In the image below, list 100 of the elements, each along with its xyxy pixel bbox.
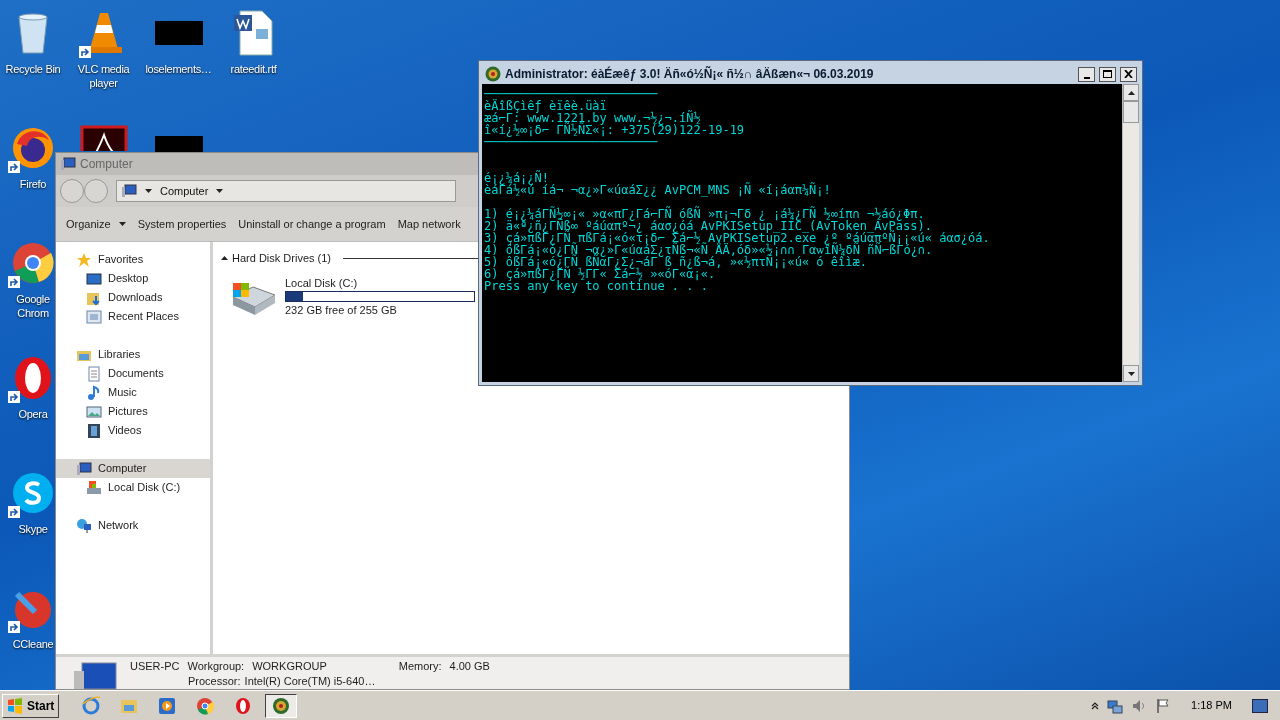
clock[interactable]: 1:18 PM <box>1191 697 1232 714</box>
film-icon <box>86 422 102 439</box>
nav-item[interactable]: Downloads <box>56 288 210 307</box>
recent-places-icon <box>86 308 102 325</box>
scroll-down-button[interactable] <box>1123 365 1139 382</box>
processor-value: Intel(R) Core(TM) i5-640… <box>244 674 376 688</box>
caret-icon <box>118 222 126 226</box>
shortcut-arrow-icon <box>8 276 20 288</box>
vertical-scrollbar[interactable] <box>1122 84 1139 382</box>
toolbar-button[interactable]: Uninstall or change a program <box>232 211 392 237</box>
nav-item[interactable]: Pictures <box>56 402 210 421</box>
computer-name: USER-PC <box>130 659 180 673</box>
taskbar-button[interactable] <box>265 693 298 718</box>
breadcrumb[interactable]: Computer <box>160 182 209 200</box>
window-title: Administrator: éàÉæêƒ 3.0! Äñ«ó½Ñ¡« ñ½∩ âÄßæn«¬ 06.03.2019 <box>505 65 875 83</box>
monitor-icon <box>86 270 102 287</box>
nav-item[interactable]: Recent Places <box>56 307 210 326</box>
address-bar[interactable]: Computer <box>116 180 456 202</box>
console-line: æá⌐Γ: www.1221.by www.¬½¿¬.íÑ½ <box>484 112 701 124</box>
picture-icon <box>86 403 102 420</box>
memory-value: 4.00 GB <box>449 659 490 673</box>
group-header: Hard Disk Drives (1) <box>232 251 331 266</box>
network-icon <box>76 517 92 534</box>
minimize-icon <box>1083 76 1090 79</box>
hard-drive-icon <box>86 479 102 496</box>
scroll-up-button[interactable] <box>1123 84 1139 101</box>
star-icon <box>76 251 92 268</box>
nav-item[interactable]: Computer <box>56 459 210 478</box>
desktop-icon-label[interactable]: Skype <box>18 522 48 536</box>
drive-name: Local Disk (C:) <box>285 275 359 291</box>
window-title: Computer <box>80 156 133 173</box>
desktop-icon-label[interactable]: Google Chrom <box>12 292 54 320</box>
music-note-icon <box>86 384 102 401</box>
desktop-icon-label[interactable]: CCleane <box>12 637 54 651</box>
media-player-icon <box>157 695 178 716</box>
computer-icon <box>76 460 92 477</box>
scroll-down-icon <box>1127 371 1135 376</box>
nav-item[interactable]: Favorites <box>56 250 210 269</box>
shortcut-arrow-icon <box>8 391 20 403</box>
collapse-caret-icon <box>221 256 228 261</box>
internet-explorer-icon <box>81 695 102 716</box>
start-button[interactable]: Start <box>2 693 60 718</box>
scroll-up-icon <box>1127 90 1135 95</box>
caret-icon <box>216 189 224 193</box>
computer-icon <box>72 661 118 689</box>
close-button[interactable] <box>1120 66 1137 82</box>
computer-icon <box>121 183 137 199</box>
computer-icon <box>60 156 76 172</box>
maximize-button[interactable] <box>1099 66 1116 82</box>
windows-logo-icon <box>7 697 23 714</box>
workgroup-value: WORKGROUP <box>252 659 327 673</box>
processor-label: Processor: <box>188 674 241 688</box>
shortcut-arrow-icon <box>8 161 20 173</box>
network-icon[interactable] <box>1107 697 1124 714</box>
console-line: 6) çá»πßΓ¿ΓÑ ½ΓΓ« Σá⌐½ »«óΓ«α¡«. <box>484 268 716 280</box>
desktop-icon-label[interactable]: Opera <box>18 407 48 421</box>
flag-icon[interactable] <box>1155 697 1172 714</box>
emblem-icon <box>485 66 501 82</box>
desktop-icon-label[interactable]: rateedit.rtf <box>230 62 277 76</box>
console-line: 5) ôßΓá¡«ó¿ΓÑ ßÑαΓ¿Σ¿¬áΓ ß ñ¿ß¬á, »«½πτÑ¡¡«ú« ó êîìæ. <box>484 256 867 268</box>
scroll-thumb[interactable] <box>1123 101 1139 123</box>
desktop-icon-label[interactable]: Recycle Bin <box>5 62 61 76</box>
emblem-icon <box>271 695 292 716</box>
toolbar-button[interactable]: System properties <box>131 211 233 237</box>
nav-item[interactable]: Desktop <box>56 269 210 288</box>
console-line: é¡¿¼á¡¿Ñ! <box>484 172 550 184</box>
nav-item[interactable]: Libraries <box>56 345 210 364</box>
desktop-icon-label[interactable]: VLC media player <box>66 62 141 90</box>
toolbar-button[interactable]: Organize <box>60 211 132 237</box>
console-line: 2) ä«ª¿ñ¿ΓÑß∞ ºáúαπº¬¿ áασ¿óá AvPKISetup_IIC_(AvToken_AvPass). <box>484 220 932 232</box>
nav-item[interactable]: Local Disk (C:) <box>56 478 210 497</box>
memory-label: Memory: <box>398 659 442 673</box>
maximize-icon <box>1103 70 1112 78</box>
document-icon <box>86 365 102 382</box>
desktop-icon-label[interactable]: loselements… <box>145 62 212 76</box>
shortcut-arrow-icon <box>8 506 20 518</box>
nav-item[interactable]: Network <box>56 516 210 535</box>
console-line: èáΓá½«ú íá¬ ¬α¿»Γ«úαáΣ¿¿ AvPCM_MNS ¡Ñ «í¡áαπ¼Ñ¡! <box>484 184 831 196</box>
chrome-icon <box>195 695 216 716</box>
toolbar-button[interactable]: Map network <box>391 211 467 237</box>
shortcut-arrow-icon <box>8 621 20 633</box>
console-line: 4) ôßΓá¡«ó¿ΓÑ ¬α¿»Γ«úαáΣ¿τÑß¬«Ñ ÅÄ,óδ»«½¡∩∩ ΓαѡîÑ¼δÑ ñÑ⌐ßΓó¿∩. <box>484 244 933 256</box>
desktop-icon-label[interactable]: Firefo <box>19 177 47 191</box>
shortcut-arrow-icon <box>78 46 91 58</box>
console-line: î«í¿½∞¡δ⌐ ΓÑ½ÑΣ«¡: +375(29)122-19-19 <box>484 124 745 136</box>
console-line: 1) é¡¿¼áΓÑ½∞¡« »α«πΓ¿Γá⌐ΓÑ óßÑ »π¡¬Γδ ¿ ¡á¼¿ΓÑ ½∞íπ∩ ¬½áó¿Φπ. <box>484 208 925 220</box>
console-line: Press any key to continue . . . <box>484 280 708 292</box>
minimize-button[interactable] <box>1078 66 1095 82</box>
nav-item[interactable]: Videos <box>56 421 210 440</box>
show-desktop-button[interactable] <box>1252 698 1268 713</box>
nav-item[interactable]: Music <box>56 383 210 402</box>
acrobat-icon <box>79 125 128 151</box>
nav-item[interactable]: Documents <box>56 364 210 383</box>
drive-free-space: 232 GB free of 255 GB <box>285 303 398 318</box>
chevron-up-icon[interactable] <box>1091 701 1100 710</box>
console-line: ──────────────────────── <box>484 136 658 148</box>
console-line: èÄîßÇìêƒ èïêè.üàï <box>484 100 607 112</box>
close-icon <box>1124 70 1133 78</box>
caret-icon <box>145 189 152 193</box>
workgroup-label: Workgroup: <box>187 659 245 673</box>
